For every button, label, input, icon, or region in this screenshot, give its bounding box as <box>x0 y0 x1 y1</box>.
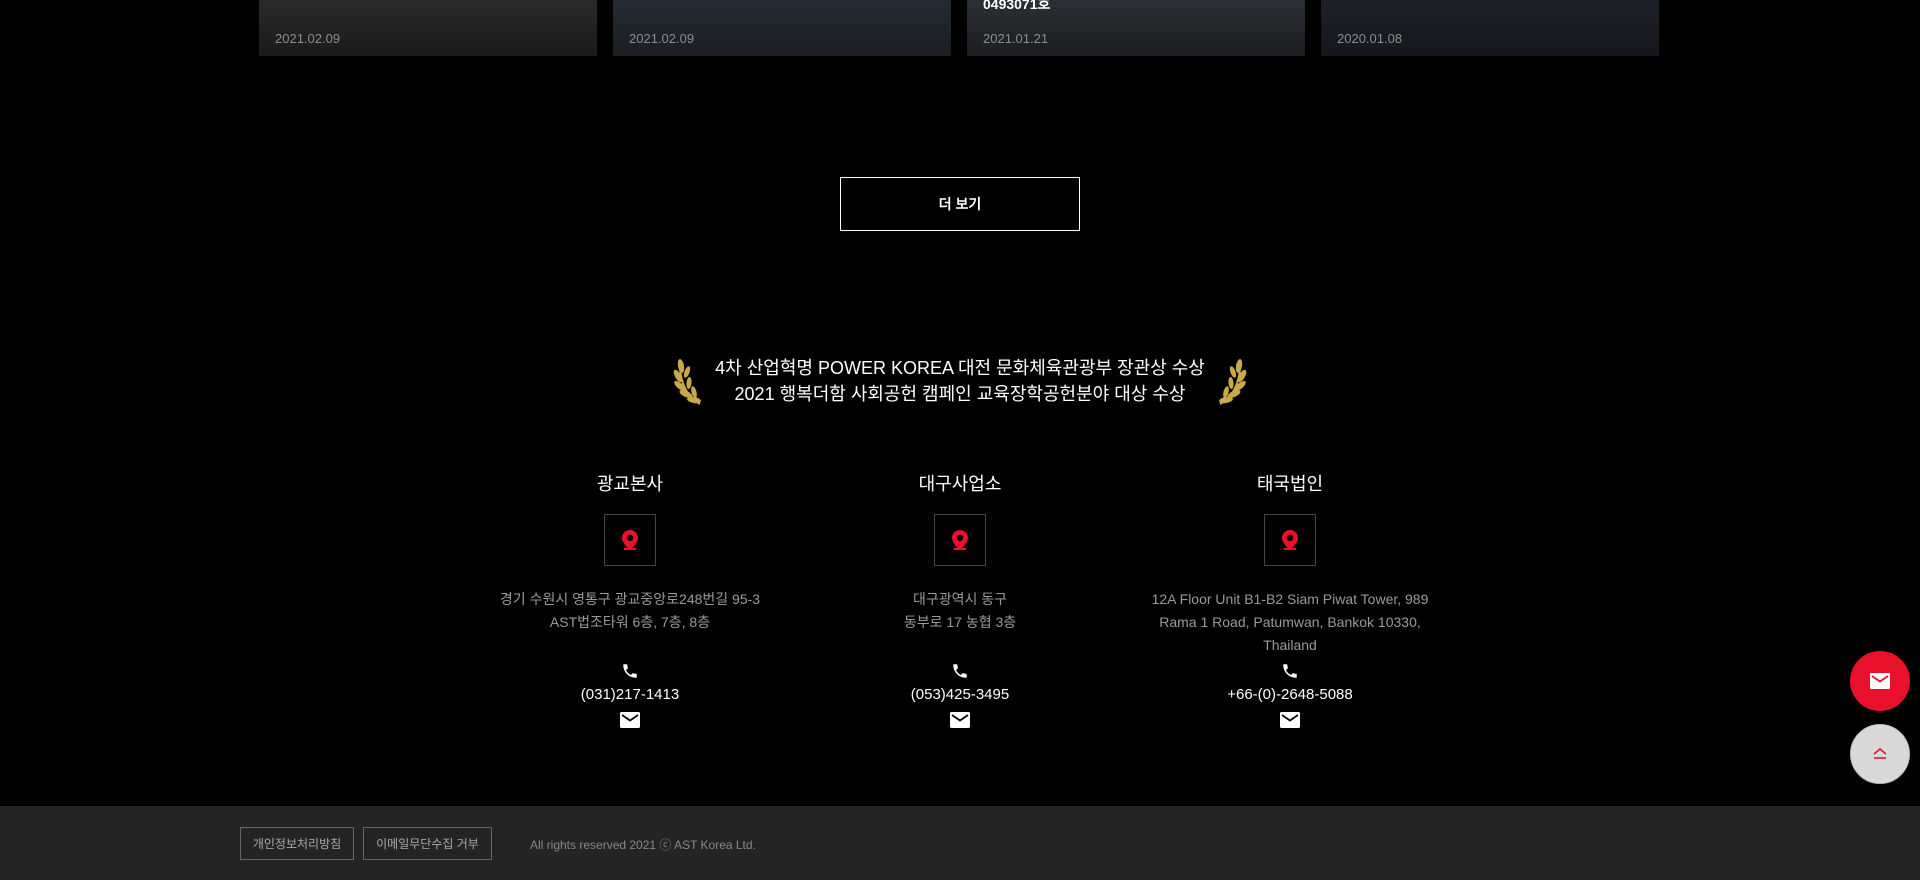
news-snippet: 0493071호 <box>983 0 1051 12</box>
site-footer: 개인정보처리방침 이메일무단수집 거부 All rights reserved … <box>0 806 1920 880</box>
news-date: 2020.01.08 <box>1337 31 1403 46</box>
office-name: 대구사업소 <box>918 474 1002 494</box>
mail-icon[interactable] <box>620 712 640 728</box>
news-card[interactable]: 2020.01.08 <box>1321 0 1659 56</box>
phone-icon <box>953 664 967 678</box>
news-card[interactable]: 0493071호 2021.01.21 <box>967 0 1305 56</box>
map-pin-icon <box>1282 530 1298 550</box>
office-phone[interactable]: (053)425-3495 <box>795 686 1125 704</box>
more-button[interactable]: 더 보기 <box>840 177 1080 231</box>
office-gwanggyo: 광교본사 경기 수원시 영통구 광교중앙로248번길 95-3 AST법조타워 … <box>465 470 795 728</box>
email-refuse-button[interactable]: 이메일무단수집 거부 <box>363 827 492 860</box>
office-phone[interactable]: +66-(0)-2648-5088 <box>1125 686 1455 704</box>
mail-icon[interactable] <box>1280 712 1300 728</box>
mail-icon[interactable] <box>950 712 970 728</box>
address-line: Thailand <box>1263 637 1317 653</box>
floating-mail-button[interactable] <box>1850 651 1910 711</box>
news-thumbnail <box>613 0 951 56</box>
map-pin-button[interactable] <box>604 514 656 566</box>
phone-icon <box>623 664 637 678</box>
address-line: Rama 1 Road, Patumwan, Bankok 10330, <box>1159 614 1421 630</box>
news-thumbnail <box>259 0 597 56</box>
scroll-top-button[interactable] <box>1850 724 1910 784</box>
award-line-2: 2021 행복더함 사회공헌 캠페인 교육장학공헌분야 대상 수상 <box>734 384 1186 404</box>
office-address: 12A Floor Unit B1-B2 Siam Piwat Tower, 9… <box>1125 588 1455 662</box>
map-pin-button[interactable] <box>1264 514 1316 566</box>
scroll-top-icon <box>1873 747 1887 759</box>
phone-icon <box>1283 664 1297 678</box>
map-pin-icon <box>952 530 968 550</box>
award-banner: 4차 산업혁명 POWER KOREA 대전 문화체육관광부 장관상 수상 20… <box>660 350 1260 410</box>
office-address: 대구광역시 동구 동부로 17 농협 3층 <box>795 588 1125 662</box>
address-line: 동부로 17 농협 3층 <box>903 614 1017 630</box>
address-line: 12A Floor Unit B1-B2 Siam Piwat Tower, 9… <box>1151 591 1429 607</box>
news-card-list: 2021.02.09 2021.02.09 0493071호 2021.01.2… <box>259 0 1661 56</box>
map-pin-button[interactable] <box>934 514 986 566</box>
office-name: 광교본사 <box>596 474 664 494</box>
office-name: 태국법인 <box>1256 474 1324 494</box>
office-thailand: 태국법인 12A Floor Unit B1-B2 Siam Piwat Tow… <box>1125 470 1455 728</box>
news-date: 2021.02.09 <box>629 31 695 46</box>
map-pin-icon <box>622 530 638 550</box>
laurel-icon <box>1219 359 1247 405</box>
news-date: 2021.02.09 <box>275 31 341 46</box>
news-card[interactable]: 2021.02.09 <box>613 0 951 56</box>
news-date: 2021.01.21 <box>983 31 1049 46</box>
privacy-policy-button[interactable]: 개인정보처리방침 <box>240 827 354 860</box>
copyright-text: All rights reserved 2021 ⓒ AST Korea Ltd… <box>530 838 756 852</box>
mail-icon <box>1870 673 1890 689</box>
office-phone[interactable]: (031)217-1413 <box>465 686 795 704</box>
news-thumbnail <box>1321 0 1659 56</box>
address-line: 경기 수원시 영통구 광교중앙로248번길 95-3 <box>499 591 761 607</box>
news-card[interactable]: 2021.02.09 <box>259 0 597 56</box>
office-daegu: 대구사업소 대구광역시 동구 동부로 17 농협 3층 (053)425-349… <box>795 470 1125 728</box>
award-line-1: 4차 산업혁명 POWER KOREA 대전 문화체육관광부 장관상 수상 <box>715 358 1205 378</box>
address-line: 대구광역시 동구 <box>912 591 1008 607</box>
office-address: 경기 수원시 영통구 광교중앙로248번길 95-3 AST법조타워 6층, 7… <box>465 588 795 662</box>
address-line: AST법조타워 6층, 7층, 8층 <box>549 614 711 630</box>
